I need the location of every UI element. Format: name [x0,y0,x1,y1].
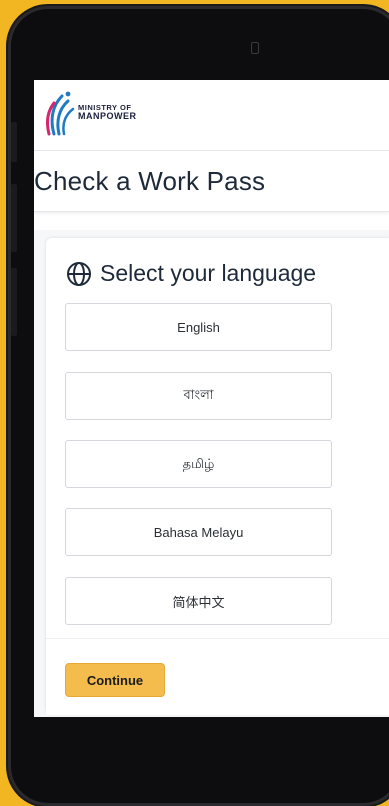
site-header: MINISTRY OF MANPOWER [34,80,389,151]
mom-logo-icon [45,91,75,136]
language-option-english[interactable]: English [65,303,332,351]
phone-screen: MINISTRY OF MANPOWER Check a Work Pass S… [34,80,389,717]
continue-button[interactable]: Continue [65,663,165,697]
language-card: Select your language English বাংলা தமிழ்… [46,238,389,715]
language-heading: Select your language [66,260,316,287]
language-heading-text: Select your language [100,260,317,286]
language-option-bengali[interactable]: বাংলা [65,372,332,420]
logo-line-2: MANPOWER [78,110,137,121]
phone-side-button [11,122,17,162]
language-option-tamil[interactable]: தமிழ் [65,440,332,488]
mom-logo-text: MINISTRY OF MANPOWER [78,104,137,121]
globe-icon [67,261,91,286]
title-bar: Check a Work Pass [34,151,389,212]
language-option-chinese[interactable]: 简体中文 [65,577,332,625]
language-option-malay[interactable]: Bahasa Melayu [65,508,332,556]
phone-volume-up-button [11,184,17,252]
content-area: Select your language English বাংলা தமிழ்… [34,230,389,717]
page-title: Check a Work Pass [34,165,266,196]
mom-logo[interactable] [40,90,76,141]
phone-volume-down-button [11,268,17,336]
phone-speaker [251,42,259,54]
